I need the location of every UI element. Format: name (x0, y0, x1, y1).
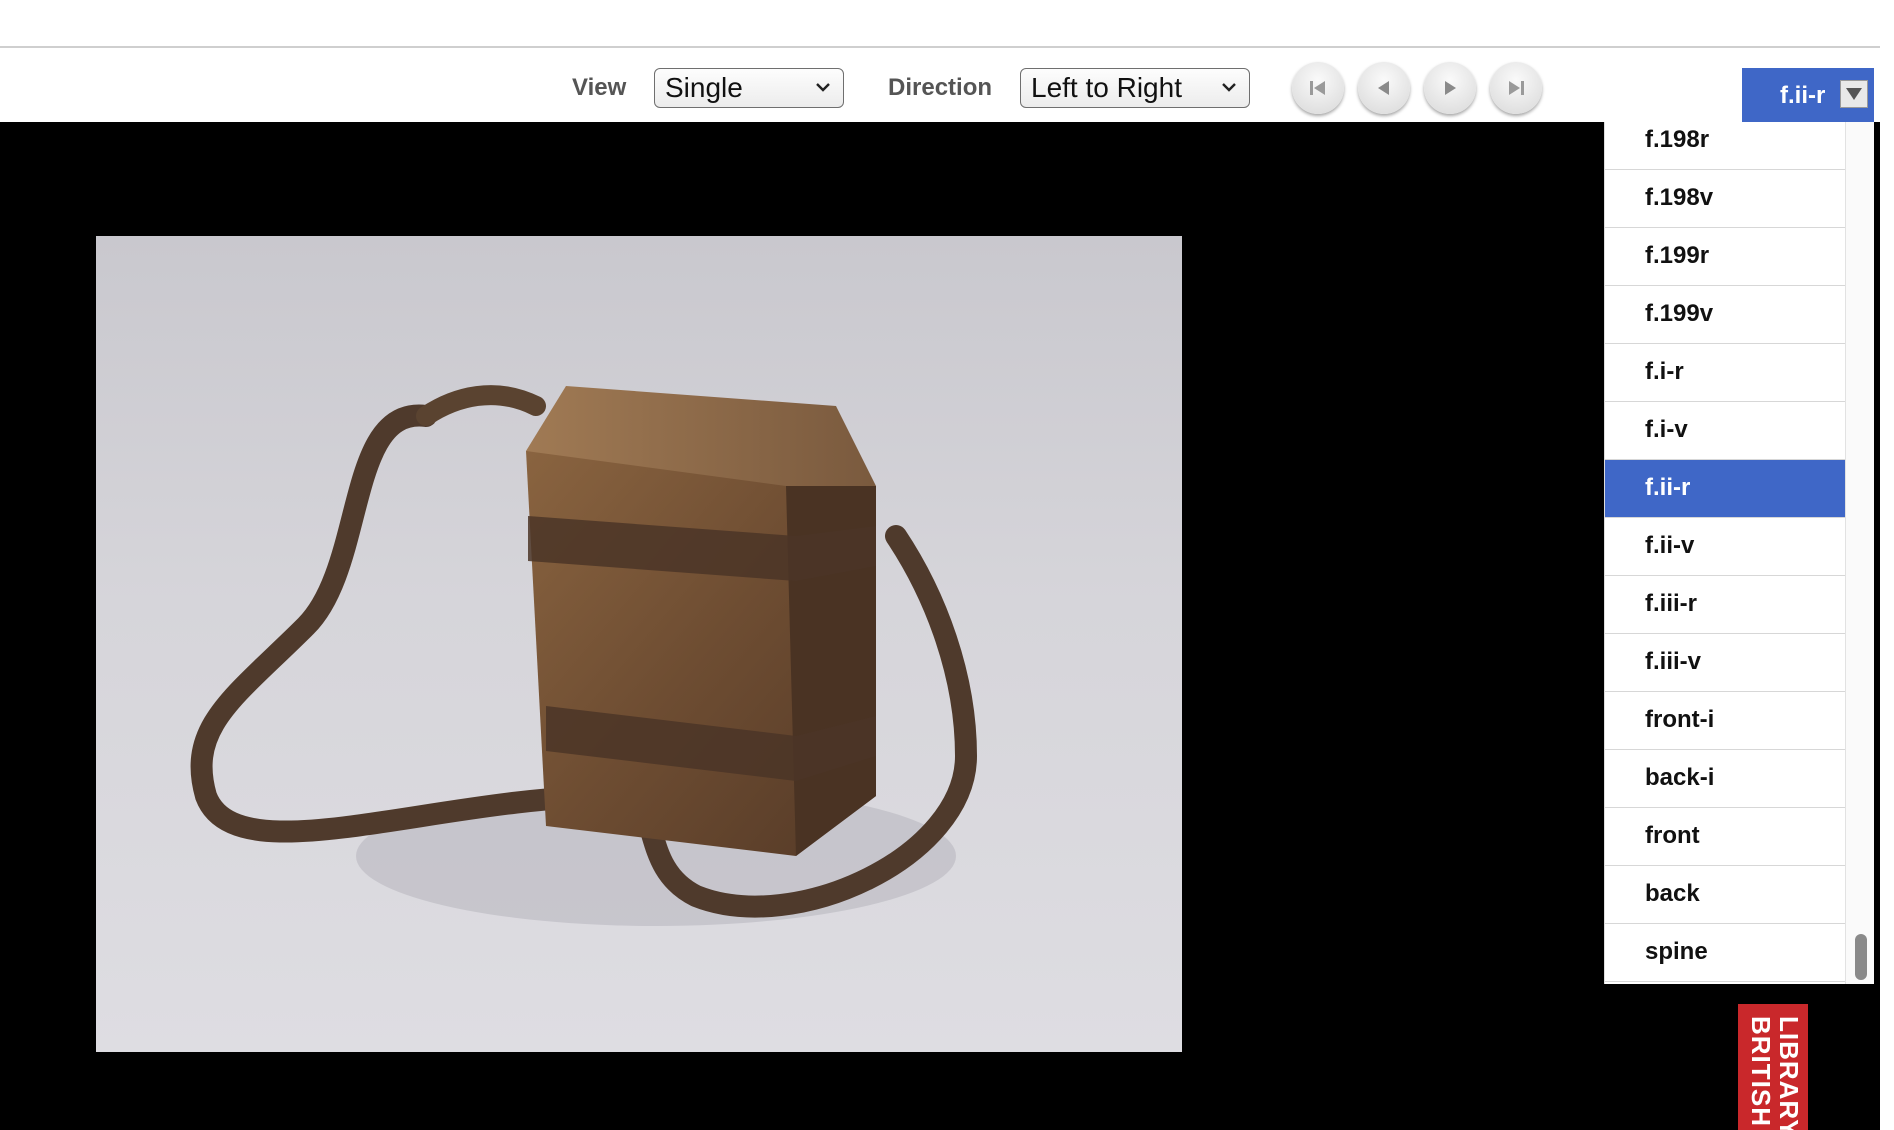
page-option[interactable]: f.iii-v (1605, 634, 1845, 692)
page-option[interactable]: f.198r (1605, 122, 1845, 170)
triangle-down-icon (1846, 88, 1862, 100)
page-option[interactable]: front-i (1605, 692, 1845, 750)
view-select-value: Single (665, 72, 743, 103)
logo-text-line1: BRITISH (1746, 1016, 1776, 1127)
page-option[interactable]: f.i-v (1605, 402, 1845, 460)
page-option[interactable]: f.ii-v (1605, 518, 1845, 576)
page-option[interactable]: f.199v (1605, 286, 1845, 344)
page-option[interactable]: f.199r (1605, 228, 1845, 286)
page-option[interactable]: spine (1605, 924, 1845, 982)
last-page-icon (1509, 81, 1524, 95)
scrollbar-thumb[interactable] (1855, 934, 1867, 980)
page-option[interactable]: f.198v (1605, 170, 1845, 228)
last-page-button[interactable] (1490, 62, 1542, 114)
chevron-down-icon (1222, 83, 1236, 92)
page-option[interactable]: back (1605, 866, 1845, 924)
direction-select-value: Left to Right (1031, 72, 1182, 103)
page-select-value: f.ii-r (1780, 82, 1826, 109)
view-label: View (572, 74, 627, 101)
leather-satchel-image (190, 385, 978, 926)
view-select[interactable]: Single (654, 68, 844, 108)
page-option[interactable]: back-i (1605, 750, 1845, 808)
direction-label: Direction (888, 74, 993, 101)
page-option[interactable]: f.iii-r (1605, 576, 1845, 634)
next-page-button[interactable] (1424, 62, 1476, 114)
page-select[interactable]: f.ii-r (1742, 68, 1874, 122)
chevron-down-icon (816, 83, 830, 92)
page-option-selected[interactable]: f.ii-r (1605, 460, 1845, 518)
dropdown-scrollbar[interactable] (1845, 122, 1874, 984)
page-dropdown-list[interactable]: f.198r f.198v f.199r f.199v f.i-r f.i-v … (1604, 122, 1874, 984)
british-library-logo: LIBRARY BRITISH (1738, 1004, 1808, 1130)
first-page-icon (1310, 81, 1325, 95)
previous-page-icon (1378, 81, 1389, 95)
manuscript-image (96, 236, 1182, 1052)
page-option[interactable]: front (1605, 808, 1845, 866)
previous-page-button[interactable] (1358, 62, 1410, 114)
next-page-icon (1445, 81, 1456, 95)
logo-text-line2: LIBRARY (1774, 1016, 1804, 1130)
page-option[interactable]: f.i-r (1605, 344, 1845, 402)
first-page-button[interactable] (1292, 62, 1344, 114)
direction-select[interactable]: Left to Right (1020, 68, 1250, 108)
page-select-toggle[interactable] (1840, 80, 1868, 108)
top-bar (0, 0, 1880, 48)
